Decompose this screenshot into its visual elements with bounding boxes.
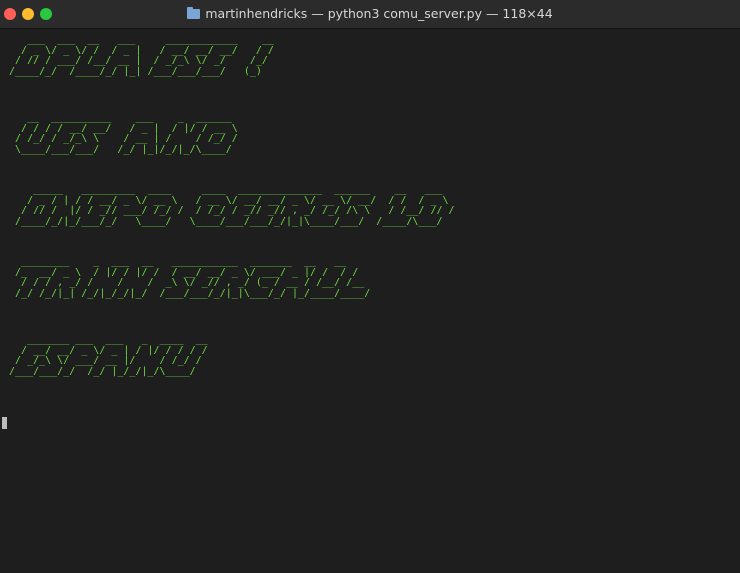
terminal-window: martinhendricks — python3 comu_server.py… xyxy=(0,0,740,573)
ascii-banner-line-1: ___ ___ __ ___ ____________ __ / _ \/ _ … xyxy=(9,34,274,77)
title-bar[interactable]: martinhendricks — python3 comu_server.py… xyxy=(0,0,740,29)
ascii-banner-line-4: ________ _ ___ __ ___________ _______ __… xyxy=(15,256,371,299)
window-title-container: martinhendricks — python3 comu_server.py… xyxy=(0,6,740,21)
ascii-banner-line-2: __ __________ ___ _ ______ / / / / __/ _… xyxy=(15,112,238,155)
text-cursor xyxy=(2,417,7,429)
folder-icon xyxy=(187,7,201,19)
window-title: martinhendricks — python3 comu_server.py… xyxy=(205,6,553,21)
terminal-output[interactable]: ___ ___ __ ___ ____________ __ / _ \/ _ … xyxy=(0,29,740,573)
ascii-banner-line-5: _______ ___ ___ _ ____ __ / __/ __/ _ \/… xyxy=(9,334,208,377)
ascii-banner-line-3: _____ _________ ____ ____ ______________… xyxy=(15,184,455,227)
